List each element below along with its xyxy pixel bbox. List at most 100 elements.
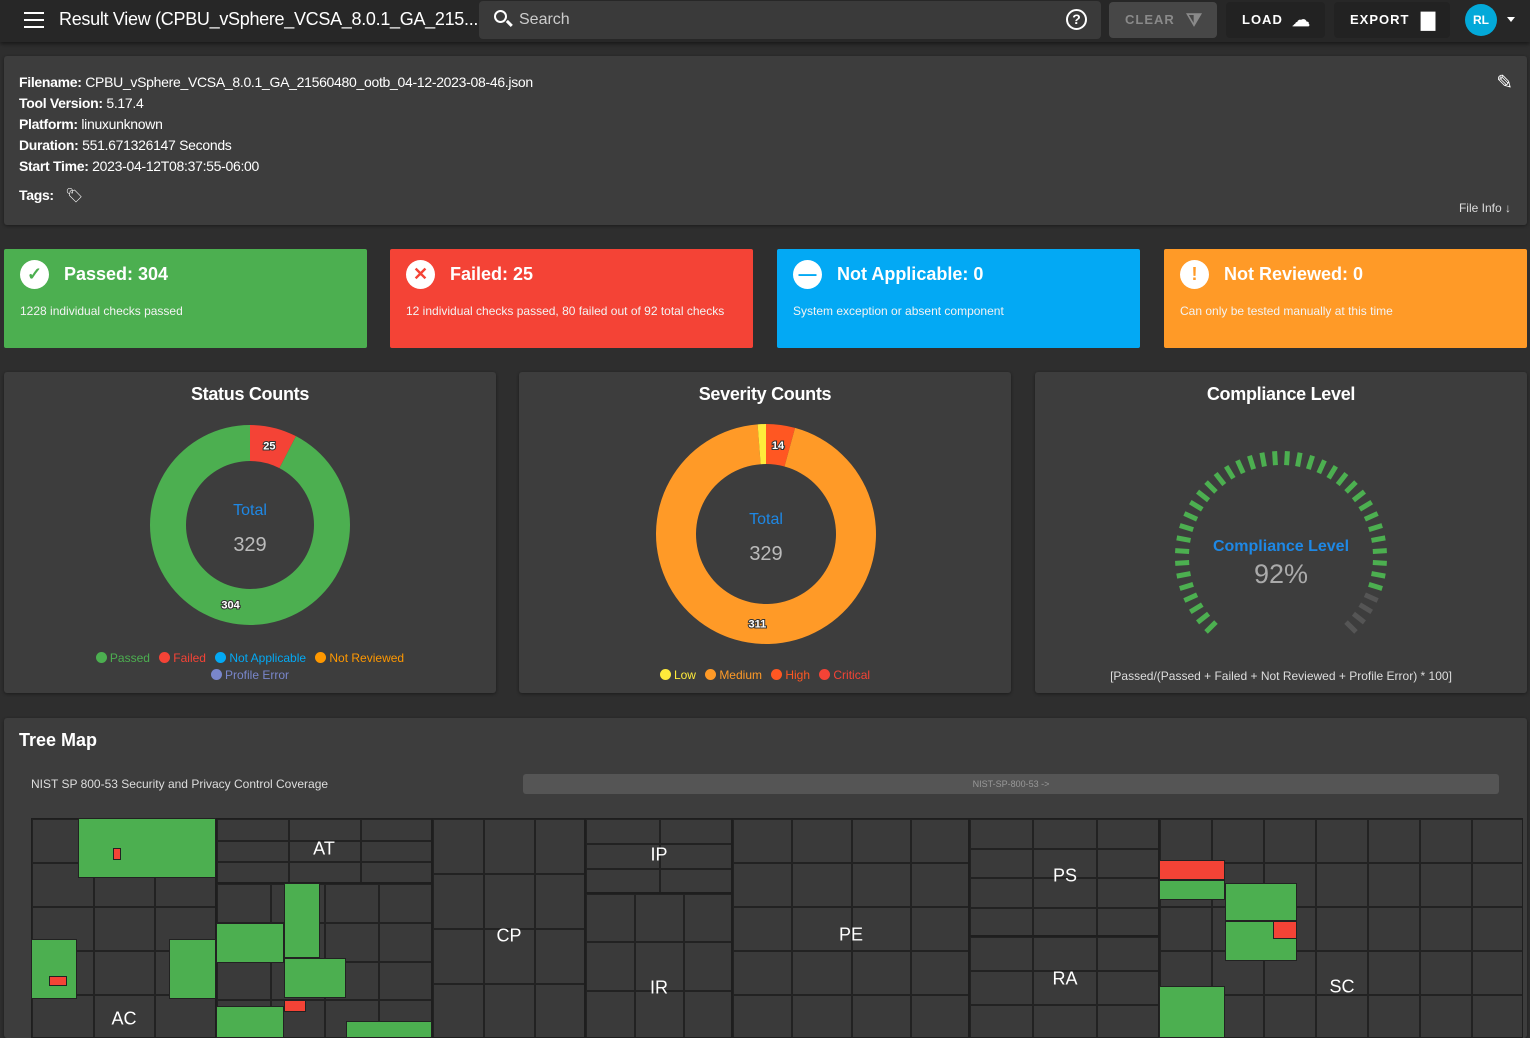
passed-card[interactable]: ✓ Passed: 304 1228 individual checks pas… bbox=[4, 249, 367, 348]
tree-map-cell[interactable] bbox=[484, 819, 535, 874]
tree-map-cell[interactable] bbox=[684, 990, 731, 1037]
tree-map-cell[interactable] bbox=[1096, 848, 1158, 878]
tree-map-cell[interactable] bbox=[733, 863, 793, 907]
legend-medium[interactable]: Medium bbox=[705, 668, 762, 682]
tree-map-cell[interactable] bbox=[379, 922, 431, 962]
tree-map-cell[interactable] bbox=[1420, 995, 1472, 1037]
tree-map-cell[interactable] bbox=[910, 951, 968, 995]
tree-map-cell[interactable] bbox=[851, 863, 911, 907]
tree-map-cell[interactable] bbox=[325, 884, 379, 923]
tree-map-cell[interactable] bbox=[851, 995, 911, 1037]
help-icon[interactable]: ? bbox=[1066, 9, 1087, 30]
tree-map-cell-passed[interactable] bbox=[216, 1006, 284, 1038]
tree-map-cell[interactable] bbox=[1316, 819, 1368, 863]
tree-map-cell-passed[interactable] bbox=[216, 923, 284, 963]
tree-map-cell[interactable] bbox=[217, 884, 271, 923]
legend-low[interactable]: Low bbox=[659, 668, 696, 682]
tree-map-cell-passed[interactable] bbox=[78, 818, 216, 878]
tree-map-group-pe[interactable]: PE bbox=[732, 818, 969, 1038]
tree-map-cell[interactable] bbox=[684, 894, 731, 943]
tree-map-cell[interactable] bbox=[361, 840, 431, 863]
tree-map-cell[interactable] bbox=[1472, 907, 1522, 951]
tree-map-cell[interactable] bbox=[93, 951, 156, 995]
tree-map-cell[interactable] bbox=[361, 862, 431, 882]
tree-map-cell[interactable] bbox=[535, 874, 584, 929]
tree-map-cell[interactable] bbox=[289, 862, 361, 882]
chevron-down-icon[interactable] bbox=[1507, 17, 1515, 26]
tree-map-cell[interactable] bbox=[361, 819, 431, 841]
tree-map-cell-passed[interactable] bbox=[284, 958, 346, 998]
tree-map-cell[interactable] bbox=[910, 995, 968, 1037]
tree-map-cell[interactable] bbox=[535, 984, 584, 1037]
tree-map-cell[interactable] bbox=[155, 995, 215, 1037]
tree-map-cell[interactable] bbox=[217, 862, 289, 882]
tree-map-cell[interactable] bbox=[93, 907, 156, 951]
tree-map-cell[interactable] bbox=[1033, 937, 1097, 971]
tree-map-cell[interactable] bbox=[1368, 951, 1420, 995]
tree-map-cell[interactable] bbox=[910, 819, 968, 863]
tree-map-cell[interactable] bbox=[1368, 995, 1420, 1037]
not-applicable-card[interactable]: — Not Applicable: 0 System exception or … bbox=[777, 249, 1140, 348]
tree-map-cell[interactable] bbox=[325, 922, 379, 962]
tree-map-cell[interactable] bbox=[1368, 819, 1420, 863]
tree-map-cell[interactable] bbox=[733, 951, 793, 995]
tree-map-cell[interactable] bbox=[1472, 863, 1522, 907]
tree-map-cell[interactable] bbox=[659, 869, 731, 892]
tree-map-cell[interactable] bbox=[1420, 819, 1472, 863]
tree-map-cell[interactable] bbox=[535, 929, 584, 984]
tree-map-cell[interactable] bbox=[1368, 863, 1420, 907]
tree-map-cell[interactable] bbox=[1316, 995, 1368, 1037]
legend-critical[interactable]: Critical bbox=[819, 668, 870, 682]
tree-map-cell-passed[interactable] bbox=[346, 1021, 432, 1038]
tree-map-cell-passed[interactable] bbox=[1225, 883, 1297, 921]
tree-map-cell[interactable] bbox=[586, 990, 635, 1037]
file-info-toggle[interactable]: File Info ↓ bbox=[1459, 201, 1511, 215]
tree-map-group-ir[interactable]: IR bbox=[585, 893, 732, 1038]
tree-map-group-ip[interactable]: IP bbox=[585, 818, 732, 893]
tree-map-cell[interactable] bbox=[586, 819, 660, 844]
tree-map-cell[interactable] bbox=[1316, 863, 1368, 907]
tree-map-cell[interactable] bbox=[970, 878, 1034, 908]
tree-map-group-ra[interactable]: RA bbox=[969, 936, 1159, 1038]
tree-map-cell[interactable] bbox=[217, 819, 289, 841]
tree-map-cell[interactable] bbox=[1264, 819, 1316, 863]
tree-map-cell-passed[interactable] bbox=[1159, 986, 1225, 1038]
tree-map-cell[interactable] bbox=[733, 819, 793, 863]
tree-map-cell[interactable] bbox=[32, 995, 94, 1037]
tree-map-cell[interactable] bbox=[1096, 971, 1158, 1005]
tree-map-cell-failed[interactable] bbox=[49, 976, 67, 986]
tree-map-cell[interactable] bbox=[1096, 1005, 1158, 1037]
tree-map-cell[interactable] bbox=[535, 819, 584, 874]
tree-map-cell-failed[interactable] bbox=[1159, 860, 1225, 880]
tree-map-cell[interactable] bbox=[1033, 907, 1097, 935]
tree-map-group-at[interactable]: AT bbox=[216, 818, 432, 883]
failed-card[interactable]: ✕ Failed: 25 12 individual checks passed… bbox=[390, 249, 753, 348]
tree-map-cell[interactable] bbox=[379, 961, 431, 1001]
tree-map-cell[interactable] bbox=[792, 995, 852, 1037]
tree-map-cell[interactable] bbox=[586, 942, 635, 991]
tree-map-cell[interactable] bbox=[1472, 819, 1522, 863]
tree-map-cell[interactable] bbox=[1420, 951, 1472, 995]
tree-map-cell[interactable] bbox=[433, 819, 484, 874]
tree-map-cell[interactable] bbox=[635, 894, 684, 943]
tree-map-cell[interactable] bbox=[1096, 907, 1158, 935]
tree-map-group-cp[interactable]: CP bbox=[432, 818, 585, 1038]
tree-map-cell[interactable] bbox=[1472, 951, 1522, 995]
tree-map-cell[interactable] bbox=[1420, 863, 1472, 907]
tree-map-cell[interactable] bbox=[851, 951, 911, 995]
clear-button[interactable]: CLEAR ⧩ bbox=[1109, 2, 1217, 38]
tree-map-cell[interactable] bbox=[1264, 995, 1316, 1037]
tree-map-cell-failed[interactable] bbox=[113, 848, 121, 860]
tree-map-cell[interactable] bbox=[970, 971, 1034, 1005]
legend-failed[interactable]: Failed bbox=[159, 651, 206, 665]
tree-map-cell[interactable] bbox=[433, 874, 484, 929]
tree-map-cell[interactable] bbox=[586, 869, 660, 892]
tree-map-cell[interactable] bbox=[792, 819, 852, 863]
tree-map-cell[interactable] bbox=[484, 874, 535, 929]
search-input[interactable]: Search ? bbox=[479, 1, 1101, 39]
tree-map-cell[interactable] bbox=[217, 840, 289, 863]
tree-map-cell-passed[interactable] bbox=[31, 939, 77, 999]
tree-map-cell[interactable] bbox=[733, 907, 793, 951]
tree-map-cell[interactable] bbox=[484, 984, 535, 1037]
tag-plus-icon[interactable]: 🏷 bbox=[65, 187, 83, 203]
